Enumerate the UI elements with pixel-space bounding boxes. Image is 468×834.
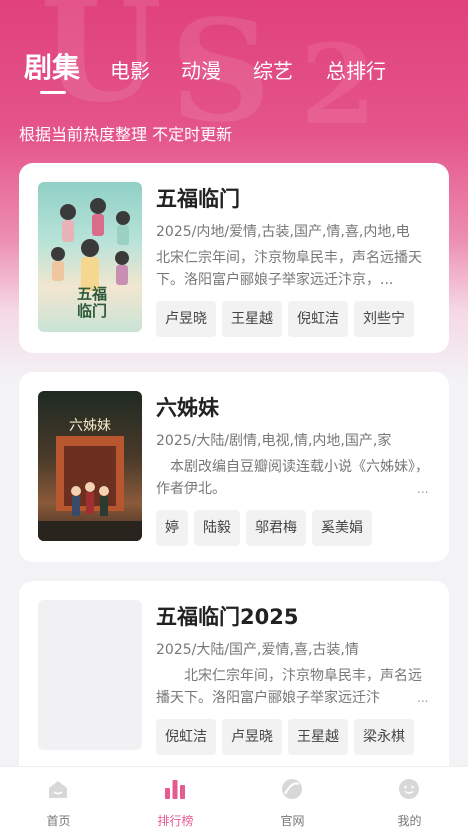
card-title[interactable]: 五福临门2025 bbox=[156, 601, 298, 631]
actor-chip[interactable]: 卢昱晓 bbox=[156, 301, 216, 337]
poster-title: 六姊妹 bbox=[69, 418, 111, 434]
actor-chip[interactable]: 王星越 bbox=[288, 719, 348, 755]
card-title[interactable]: 六姊妹 bbox=[156, 392, 219, 422]
actor-chip[interactable]: 陆毅 bbox=[194, 510, 240, 546]
tab-anime[interactable]: 动漫 bbox=[181, 55, 221, 84]
nav-label: 首页 bbox=[46, 814, 71, 828]
actor-list: 卢昱晓 王星越 倪虹洁 刘些宁 bbox=[156, 301, 420, 337]
actor-chip[interactable]: 婷 bbox=[156, 510, 188, 546]
ranking-icon bbox=[165, 780, 185, 799]
card-description: 北宋仁宗年间，汴京物阜民丰，声名远播天下。洛阳富户郦娘子举家远迁汴京，... bbox=[156, 250, 422, 288]
active-tab-indicator bbox=[40, 91, 66, 94]
actor-list: 婷陆毅 邬君梅 奚美娟 bbox=[156, 510, 378, 546]
drama-card[interactable]: 五福临门2025 2025/大陆/国产,爱情,喜,古装,情 北宋仁宗年间，汴京物… bbox=[19, 581, 449, 781]
drama-card[interactable]: 六姊妹 六姊妹 2025/大陆/剧情,电视,情,内地,国产,家 本剧改编自豆瓣阅… bbox=[19, 372, 449, 562]
card-meta: 2025/大陆/剧情,电视,情,内地,国产,家 bbox=[156, 433, 392, 449]
actor-chip[interactable]: 王星越 bbox=[222, 301, 282, 337]
actor-list: 倪虹洁 卢昱晓 王星越 梁永棋 bbox=[156, 719, 420, 755]
nav-profile[interactable]: 我的 bbox=[351, 767, 468, 834]
nav-official-site[interactable]: 官网 bbox=[234, 767, 351, 834]
home-icon bbox=[49, 781, 67, 798]
nav-label: 官网 bbox=[280, 814, 305, 828]
drama-card[interactable]: 五福临门 五福临门 2025/内地/爱情,古装,国产,情,喜,内地,电 北宋仁宗… bbox=[19, 163, 449, 353]
poster-image: 五福临门 bbox=[38, 182, 142, 332]
poster-art bbox=[38, 436, 142, 541]
ranking-subtitle: 根据当前热度整理 不定时更新 bbox=[19, 125, 233, 144]
description-ellipsis: ... bbox=[417, 482, 429, 496]
card-meta: 2025/内地/爱情,古装,国产,情,喜,内地,电 bbox=[156, 224, 410, 240]
actor-chip[interactable]: 邬君梅 bbox=[246, 510, 306, 546]
nav-home[interactable]: 首页 bbox=[0, 767, 117, 834]
description-ellipsis: ... bbox=[417, 691, 429, 705]
nav-label: 我的 bbox=[397, 814, 422, 828]
category-tabs: 剧集 电影 动漫 综艺 总排行 bbox=[0, 0, 468, 110]
actor-chip[interactable]: 梁永棋 bbox=[354, 719, 414, 755]
actor-chip[interactable]: 倪虹洁 bbox=[156, 719, 216, 755]
tab-variety[interactable]: 综艺 bbox=[253, 55, 293, 84]
actor-chip[interactable]: 刘些宁 bbox=[354, 301, 414, 337]
tab-movie[interactable]: 电影 bbox=[110, 55, 150, 84]
bottom-navigation: 首页 排行榜 官网 我的 bbox=[0, 766, 468, 834]
actor-chip[interactable]: 卢昱晓 bbox=[222, 719, 282, 755]
official-site-icon bbox=[282, 779, 302, 799]
card-title[interactable]: 五福临门 bbox=[156, 183, 240, 213]
card-meta: 2025/大陆/国产,爱情,喜,古装,情 bbox=[156, 642, 359, 658]
card-description: 本剧改编自豆瓣阅读连载小说《六姊妹》，作者伊北。 bbox=[156, 459, 429, 497]
profile-icon bbox=[399, 779, 419, 799]
nav-ranking[interactable]: 排行榜 bbox=[117, 767, 234, 834]
card-description: 北宋仁宗年间，汴京物阜民丰，声名远播天下。洛阳富户郦娘子举家远迁汴 bbox=[156, 668, 422, 706]
poster-image: 六姊妹 bbox=[38, 391, 142, 541]
tab-overall-ranking[interactable]: 总排行 bbox=[326, 55, 386, 84]
actor-chip[interactable]: 奚美娟 bbox=[312, 510, 372, 546]
nav-label: 排行榜 bbox=[157, 814, 194, 828]
actor-chip[interactable]: 倪虹洁 bbox=[288, 301, 348, 337]
poster-placeholder bbox=[38, 600, 142, 750]
tab-drama[interactable]: 剧集 bbox=[24, 46, 80, 86]
poster-title: 五福临门 bbox=[76, 285, 107, 320]
